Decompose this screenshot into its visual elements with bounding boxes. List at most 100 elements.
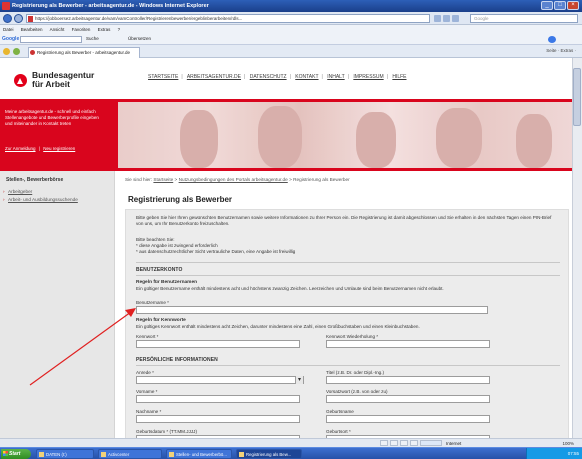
- password-field[interactable]: [136, 340, 300, 348]
- search-placeholder: Google: [474, 16, 489, 21]
- ie-icon: [239, 452, 244, 457]
- title-field[interactable]: [326, 376, 490, 384]
- address-actions: [434, 15, 459, 22]
- menu-help[interactable]: ?: [118, 27, 121, 32]
- menu-bar: Datei Bearbeiten Ansicht Favoriten Extra…: [0, 25, 582, 34]
- security-zone: Internet: [446, 441, 462, 446]
- refresh-icon[interactable]: [443, 15, 450, 22]
- clock: 07:55: [567, 451, 579, 456]
- maximize-button[interactable]: □: [554, 1, 566, 10]
- sidebar-item-arbeitsuchende[interactable]: Arbeit- und Ausbildungssuchende: [3, 197, 78, 202]
- username-field[interactable]: [136, 306, 488, 314]
- prefix-field[interactable]: [326, 395, 490, 403]
- top-navigation: STARTSEITE | ARBEITSAGENTUR.DE | DATENSCHU…: [148, 74, 407, 80]
- back-arrow-icon[interactable]: [3, 14, 12, 23]
- breadcrumb-prefix: Sie sind hier:: [125, 177, 153, 182]
- intro-text: Bitte geben Sie hier Ihren gewünschten B…: [136, 215, 552, 227]
- google-account-icon[interactable]: [548, 36, 556, 43]
- search-input[interactable]: Google: [470, 14, 578, 23]
- favorites-star-icon[interactable]: [3, 48, 10, 55]
- google-search-button[interactable]: Suche: [86, 36, 99, 41]
- site-favicon: [28, 16, 33, 22]
- taskbar-item[interactable]: Activcenter: [98, 449, 162, 459]
- sidebar-item-arbeitgeber[interactable]: Arbeitgeber: [3, 189, 32, 194]
- salutation-label: Anrede *: [136, 370, 154, 375]
- app-icon: [101, 452, 106, 457]
- address-url: https://jobboerse2.arbeitsagentur.de/vam…: [35, 16, 243, 21]
- taskbar-item[interactable]: Stellen- und Bewerberbö...: [166, 449, 232, 459]
- lastname-label: Nachname *: [136, 409, 162, 414]
- rule-username-text: Ein gültiger Benutzername enthält mindes…: [136, 286, 444, 291]
- sidebar: Stellen-, Bewerberbörse Arbeitgeber Arbe…: [0, 171, 115, 438]
- system-tray: 07:55: [526, 448, 582, 459]
- title-label: Titel (z.B. Dr. oder Dipl.-Ing.): [326, 370, 385, 375]
- login-link[interactable]: Zur Anmeldung: [5, 146, 36, 151]
- divider: [136, 365, 560, 366]
- nav-hilfe[interactable]: HILFE: [392, 74, 406, 80]
- start-button[interactable]: Start: [1, 449, 31, 459]
- hero-text: Meine arbeitsagentur.de - schnell und ei…: [5, 109, 99, 126]
- divider: [136, 275, 560, 276]
- divider: [136, 262, 560, 263]
- firstname-label: Vorname *: [136, 389, 158, 394]
- forward-arrow-icon[interactable]: [14, 14, 23, 23]
- taskbar-item-active[interactable]: Registrierung als Bew...: [236, 449, 302, 459]
- nav-datenschutz[interactable]: DATENSCHUTZ: [250, 74, 287, 80]
- address-toolbar: https://jobboerse2.arbeitsagentur.de/vam…: [0, 12, 582, 25]
- window-title: Registrierung als Bewerber - arbeitsagen…: [12, 3, 209, 9]
- menu-ansicht[interactable]: Ansicht: [50, 27, 65, 32]
- zoom-level[interactable]: 100%: [562, 441, 574, 446]
- menu-bearbeiten[interactable]: Bearbeiten: [21, 27, 43, 32]
- status-bar: Internet 100%: [0, 438, 582, 447]
- taskbar: Start DATEN (I:) Activcenter Stellen- un…: [0, 447, 582, 459]
- stop-icon[interactable]: [452, 15, 459, 22]
- birthname-label: Geburtsname: [326, 409, 354, 414]
- google-search-input[interactable]: [20, 36, 82, 43]
- nav-arbeitsagentur[interactable]: ARBEITSAGENTUR.DE: [187, 74, 241, 80]
- note-optional: * aus datenschutzrechtlicher Sicht vertr…: [136, 249, 296, 255]
- page-viewport: Bundesagentur für Arbeit STARTSEITE | ARB…: [0, 58, 572, 438]
- section-personal: PERSÖNLICHE INFORMATIONEN: [136, 357, 218, 363]
- breadcrumb: Sie sind hier: Startseite > Nutzungsbedi…: [125, 177, 350, 182]
- status-segment: [390, 440, 398, 446]
- add-favorite-icon[interactable]: [13, 48, 20, 55]
- password-repeat-label: Kennwort Wiederholung *: [326, 334, 379, 339]
- firstname-field[interactable]: [136, 395, 300, 403]
- google-translate-button[interactable]: Übersetzen: [128, 36, 151, 41]
- minimize-button[interactable]: _: [541, 1, 553, 10]
- tab-tools[interactable]: Seite · Extras ·: [546, 48, 576, 53]
- breadcrumb-nutzungsbedingungen[interactable]: Nutzungsbedingungen des Portals arbeitsa…: [179, 177, 288, 182]
- rule-password-text: Ein gültiges Kennwort enthält mindestens…: [136, 324, 420, 329]
- status-segment: [400, 440, 408, 446]
- menu-extras[interactable]: Extras: [98, 27, 111, 32]
- close-button[interactable]: ×: [567, 1, 579, 10]
- menu-favoriten[interactable]: Favoriten: [72, 27, 91, 32]
- nav-kontakt[interactable]: KONTAKT: [295, 74, 318, 80]
- registration-form: Bitte geben Sie hier Ihren gewünschten B…: [125, 209, 569, 438]
- birthdate-label: Geburtsdatum * (TT.MM.JJJJ): [136, 429, 198, 434]
- ba-logo-icon: [14, 74, 27, 87]
- nav-impressum[interactable]: IMPRESSUM: [353, 74, 383, 80]
- menu-datei[interactable]: Datei: [3, 27, 14, 32]
- browser-tab[interactable]: Registrierung als Bewerber - arbeitsagen…: [28, 47, 140, 58]
- breadcrumb-startseite[interactable]: Startseite: [153, 177, 173, 182]
- taskbar-item[interactable]: DATEN (I:): [36, 449, 94, 459]
- salutation-select[interactable]: [136, 376, 304, 384]
- birthname-field[interactable]: [326, 415, 490, 423]
- note-block: Bitte beachten Sie: * diese Angabe ist z…: [136, 237, 560, 256]
- page-title: Registrierung als Bewerber: [128, 195, 233, 204]
- password-repeat-field[interactable]: [326, 340, 490, 348]
- breadcrumb-current: Registrierung als Bewerber: [293, 177, 350, 182]
- scrollbar-thumb[interactable]: [573, 68, 581, 126]
- register-link[interactable]: Neu registrieren: [43, 146, 75, 151]
- sidebar-title: Stellen-, Bewerberbörse: [6, 177, 64, 183]
- tab-favicon: [30, 50, 35, 55]
- window-title-bar: Registrierung als Bewerber - arbeitsagen…: [0, 0, 582, 12]
- google-logo: Google: [2, 36, 20, 42]
- address-bar[interactable]: https://jobboerse2.arbeitsagentur.de/vam…: [26, 14, 430, 23]
- lock-icon[interactable]: [434, 15, 441, 22]
- nav-inhalt[interactable]: INHALT: [327, 74, 344, 80]
- lastname-field[interactable]: [136, 415, 300, 423]
- status-segment: [380, 440, 388, 446]
- nav-startseite[interactable]: STARTSEITE: [148, 74, 178, 80]
